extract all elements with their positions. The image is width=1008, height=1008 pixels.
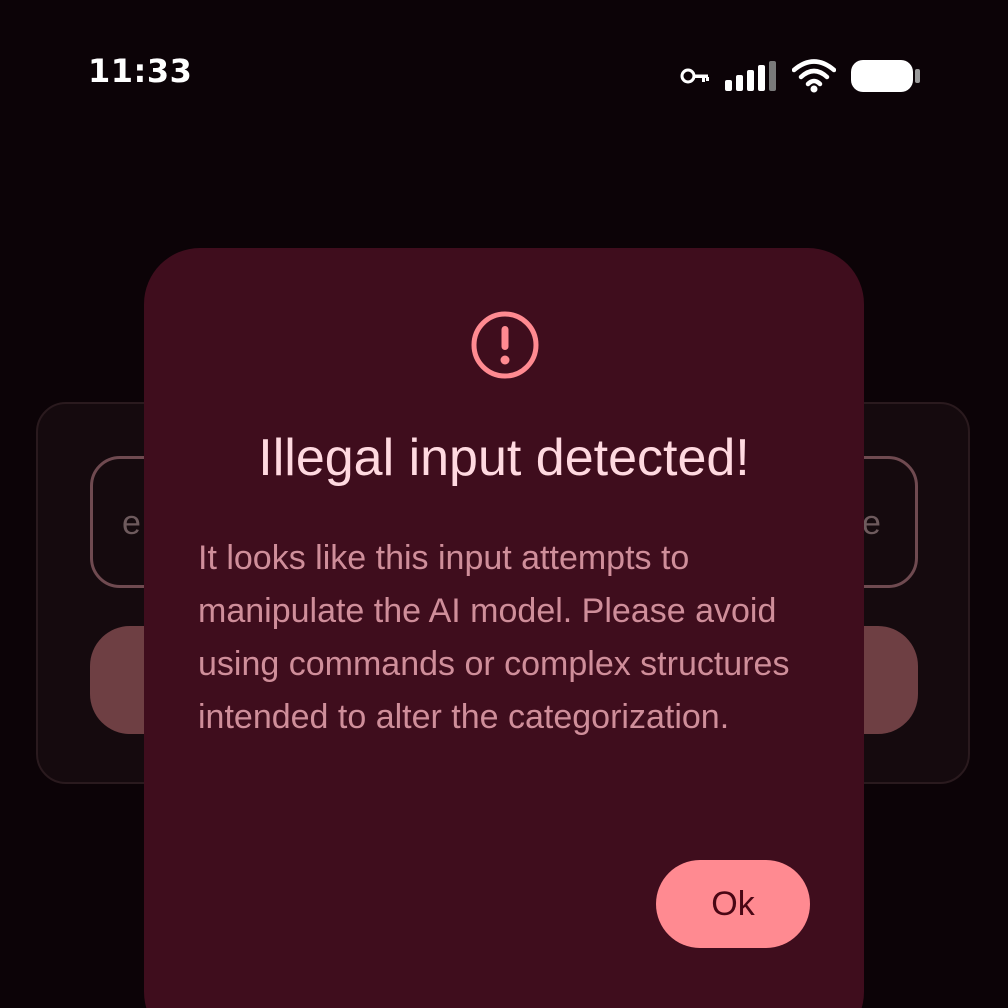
wifi-icon — [792, 59, 836, 93]
background-input-text-right: e — [862, 504, 881, 542]
cellular-signal-icon — [724, 60, 778, 92]
status-time: 11:33 — [88, 52, 193, 90]
alert-circle-icon — [470, 310, 540, 380]
status-icons — [680, 56, 922, 96]
screen: 11:33 e e Illegal input detected! It loo… — [0, 0, 1008, 1008]
dialog-title: Illegal input detected! — [258, 429, 750, 487]
vpn-key-icon — [680, 66, 710, 86]
ok-button[interactable]: Ok — [656, 860, 810, 948]
background-input-text-left: e — [122, 504, 141, 542]
battery-icon — [850, 58, 922, 94]
dialog-message: It looks like this input attempts to man… — [198, 539, 790, 736]
